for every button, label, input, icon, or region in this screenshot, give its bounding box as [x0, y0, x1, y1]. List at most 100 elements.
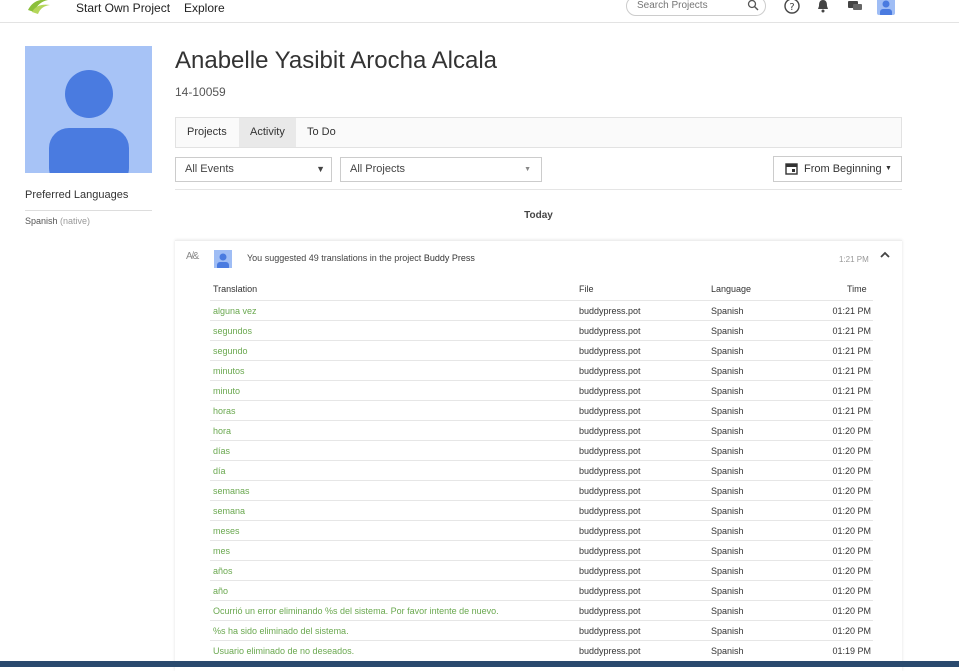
translation-link[interactable]: segundo [213, 346, 248, 356]
column-header-file: File [579, 284, 594, 294]
user-id: 14-10059 [175, 85, 226, 99]
time-cell: 01:21 PM [832, 366, 871, 376]
user-avatar[interactable] [877, 0, 895, 15]
table-row: segundo buddypress.pot Spanish 01:21 PM [210, 340, 873, 361]
file-cell: buddypress.pot [579, 566, 641, 576]
language-cell: Spanish [711, 546, 744, 556]
translation-link[interactable]: Ocurrió un error eliminando %s del siste… [213, 606, 499, 616]
language-cell: Spanish [711, 626, 744, 636]
search-icon[interactable] [747, 0, 759, 11]
file-cell: buddypress.pot [579, 446, 641, 456]
file-cell: buddypress.pot [579, 326, 641, 336]
language-cell: Spanish [711, 486, 744, 496]
tab-todo[interactable]: To Do [296, 118, 347, 147]
day-label: Today [524, 210, 553, 221]
caret-down-icon: ▼ [316, 164, 325, 174]
translation-link[interactable]: hora [213, 426, 231, 436]
language-cell: Spanish [711, 426, 744, 436]
activity-time: 1:21 PM [839, 255, 869, 264]
language-cell: Spanish [711, 586, 744, 596]
preferred-language: Spanish (native) [25, 216, 90, 226]
page-title: Anabelle Yasibit Arocha Alcala [175, 47, 497, 74]
file-cell: buddypress.pot [579, 546, 641, 556]
table-row: semana buddypress.pot Spanish 01:20 PM [210, 500, 873, 521]
translation-link[interactable]: minutos [213, 366, 245, 376]
language-name: Spanish [25, 216, 58, 226]
table-row: días buddypress.pot Spanish 01:20 PM [210, 440, 873, 461]
language-cell: Spanish [711, 566, 744, 576]
language-cell: Spanish [711, 446, 744, 456]
messages-icon[interactable] [847, 0, 863, 14]
file-cell: buddypress.pot [579, 606, 641, 616]
table-row: Ocurrió un error eliminando %s del siste… [210, 600, 873, 621]
file-cell: buddypress.pot [579, 406, 641, 416]
file-cell: buddypress.pot [579, 366, 641, 376]
help-icon[interactable]: ? [784, 0, 800, 14]
translation-link[interactable]: día [213, 466, 226, 476]
calendar-icon [785, 163, 798, 175]
language-cell: Spanish [711, 306, 744, 316]
translation-link[interactable]: meses [213, 526, 240, 536]
activity-project-link[interactable]: Buddy Press [424, 253, 475, 263]
projects-filter-select[interactable]: All Projects ▼ [340, 157, 542, 182]
language-cell: Spanish [711, 646, 744, 656]
table-row: horas buddypress.pot Spanish 01:21 PM [210, 400, 873, 421]
table-row: hora buddypress.pot Spanish 01:20 PM [210, 420, 873, 441]
projects-filter-value: All Projects [350, 163, 406, 175]
caret-down-icon: ▼ [524, 166, 531, 173]
file-cell: buddypress.pot [579, 466, 641, 476]
events-filter-select[interactable]: All Events ▼ [175, 157, 332, 182]
file-cell: buddypress.pot [579, 306, 641, 316]
language-cell: Spanish [711, 386, 744, 396]
svg-text:?: ? [789, 2, 794, 13]
time-cell: 01:20 PM [832, 466, 871, 476]
column-header-time: Time [847, 284, 867, 294]
search-box[interactable] [626, 0, 766, 16]
date-range-label: From Beginning [804, 163, 882, 175]
search-input[interactable] [637, 0, 747, 11]
translation-link[interactable]: días [213, 446, 230, 456]
translation-link[interactable]: alguna vez [213, 306, 257, 316]
file-cell: buddypress.pot [579, 426, 641, 436]
translation-link[interactable]: mes [213, 546, 230, 556]
table-row: mes buddypress.pot Spanish 01:20 PM [210, 540, 873, 561]
tab-projects[interactable]: Projects [176, 118, 238, 147]
time-cell: 01:20 PM [832, 446, 871, 456]
table-row: alguna vez buddypress.pot Spanish 01:21 PM [210, 300, 873, 321]
tab-activity[interactable]: Activity [239, 118, 296, 147]
translation-link[interactable]: semanas [213, 486, 250, 496]
column-header-language: Language [711, 284, 752, 294]
table-row: meses buddypress.pot Spanish 01:20 PM [210, 520, 873, 541]
language-cell: Spanish [711, 506, 744, 516]
time-cell: 01:19 PM [832, 646, 871, 656]
language-cell: Spanish [711, 346, 744, 356]
logo-icon[interactable] [26, 0, 52, 18]
table-row: segundos buddypress.pot Spanish 01:21 PM [210, 320, 873, 341]
table-row: minutos buddypress.pot Spanish 01:21 PM [210, 360, 873, 381]
language-note: (native) [60, 216, 91, 226]
language-cell: Spanish [711, 526, 744, 536]
nav-start-own-project[interactable]: Start Own Project [76, 0, 170, 16]
translation-link[interactable]: minuto [213, 386, 240, 396]
nav-explore[interactable]: Explore [184, 0, 225, 16]
file-cell: buddypress.pot [579, 346, 641, 356]
activity-avatar [214, 250, 232, 268]
translation-link[interactable]: año [213, 586, 228, 596]
translation-link[interactable]: Usuario eliminado de no deseados. [213, 646, 354, 656]
events-filter-value: All Events [185, 163, 234, 175]
notifications-bell-icon[interactable] [816, 0, 830, 14]
activity-summary: You suggested 49 translations in the pro… [247, 253, 475, 263]
collapse-chevron-icon[interactable] [879, 250, 891, 263]
date-range-button[interactable]: From Beginning ▼ [773, 156, 902, 182]
translation-link[interactable]: horas [213, 406, 236, 416]
time-cell: 01:20 PM [832, 586, 871, 596]
translation-link[interactable]: semana [213, 506, 245, 516]
language-cell: Spanish [711, 326, 744, 336]
time-cell: 01:21 PM [832, 386, 871, 396]
time-cell: 01:20 PM [832, 526, 871, 536]
translation-link[interactable]: años [213, 566, 233, 576]
translation-link[interactable]: %s ha sido eliminado del sistema. [213, 626, 349, 636]
time-cell: 01:20 PM [832, 426, 871, 436]
file-cell: buddypress.pot [579, 526, 641, 536]
translation-link[interactable]: segundos [213, 326, 252, 336]
